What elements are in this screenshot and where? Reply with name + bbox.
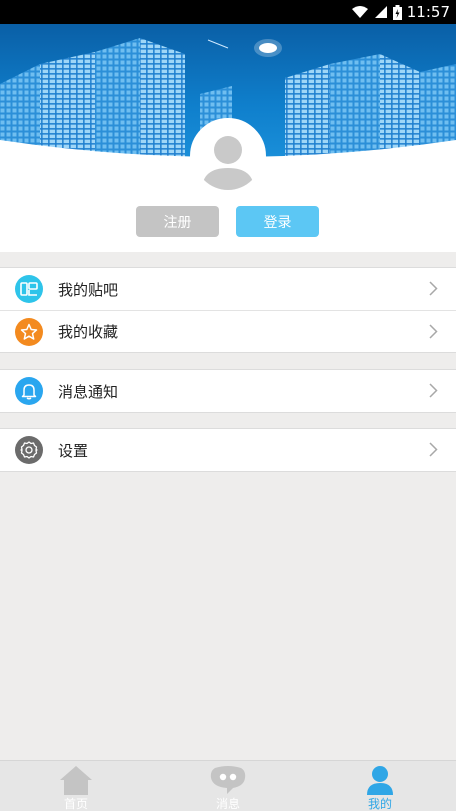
register-button[interactable]: 注册 <box>136 206 219 237</box>
default-avatar-icon <box>194 122 262 190</box>
tab-label: 我的 <box>367 797 392 811</box>
chevron-right-icon <box>429 383 438 398</box>
person-icon <box>367 766 393 795</box>
star-icon <box>15 318 43 346</box>
bottom-tab-bar: 首页 消息 我的 <box>0 760 456 811</box>
tab-label: 首页 <box>63 797 88 811</box>
menu-item-label: 我的收藏 <box>58 323 119 341</box>
status-time: 11:57 <box>406 3 450 21</box>
menu-group-settings: 设置 <box>0 428 456 472</box>
gear-icon <box>15 436 43 464</box>
tab-mine[interactable]: 我的 <box>304 761 456 811</box>
home-icon <box>60 766 92 795</box>
menu-item-label: 消息通知 <box>58 382 119 401</box>
menu-item-label: 设置 <box>58 441 89 460</box>
tab-home[interactable]: 首页 <box>0 761 152 811</box>
chat-icon <box>210 766 246 794</box>
tab-label: 消息 <box>215 797 240 811</box>
tab-messages[interactable]: 消息 <box>152 761 304 811</box>
signal-icon <box>374 6 387 18</box>
status-bar: 11:57 <box>0 0 456 24</box>
menu-group-content: 我的贴吧 我的收藏 <box>0 267 456 353</box>
bell-icon <box>15 377 43 405</box>
menu-item-my-favorites[interactable]: 我的收藏 <box>0 310 456 352</box>
menu-item-my-tieba[interactable]: 我的贴吧 <box>0 268 456 310</box>
menu-item-notifications[interactable]: 消息通知 <box>0 370 456 412</box>
menu-item-label: 我的贴吧 <box>58 280 119 299</box>
chevron-right-icon <box>429 442 438 457</box>
menu-item-settings[interactable]: 设置 <box>0 429 456 471</box>
tieba-icon <box>15 275 43 303</box>
login-button[interactable]: 登录 <box>236 206 319 237</box>
wifi-icon <box>351 6 368 18</box>
chevron-right-icon <box>429 281 438 296</box>
chevron-right-icon <box>429 324 438 339</box>
battery-icon <box>392 4 402 20</box>
menu-group-notifications: 消息通知 <box>0 369 456 413</box>
avatar[interactable] <box>190 118 266 194</box>
